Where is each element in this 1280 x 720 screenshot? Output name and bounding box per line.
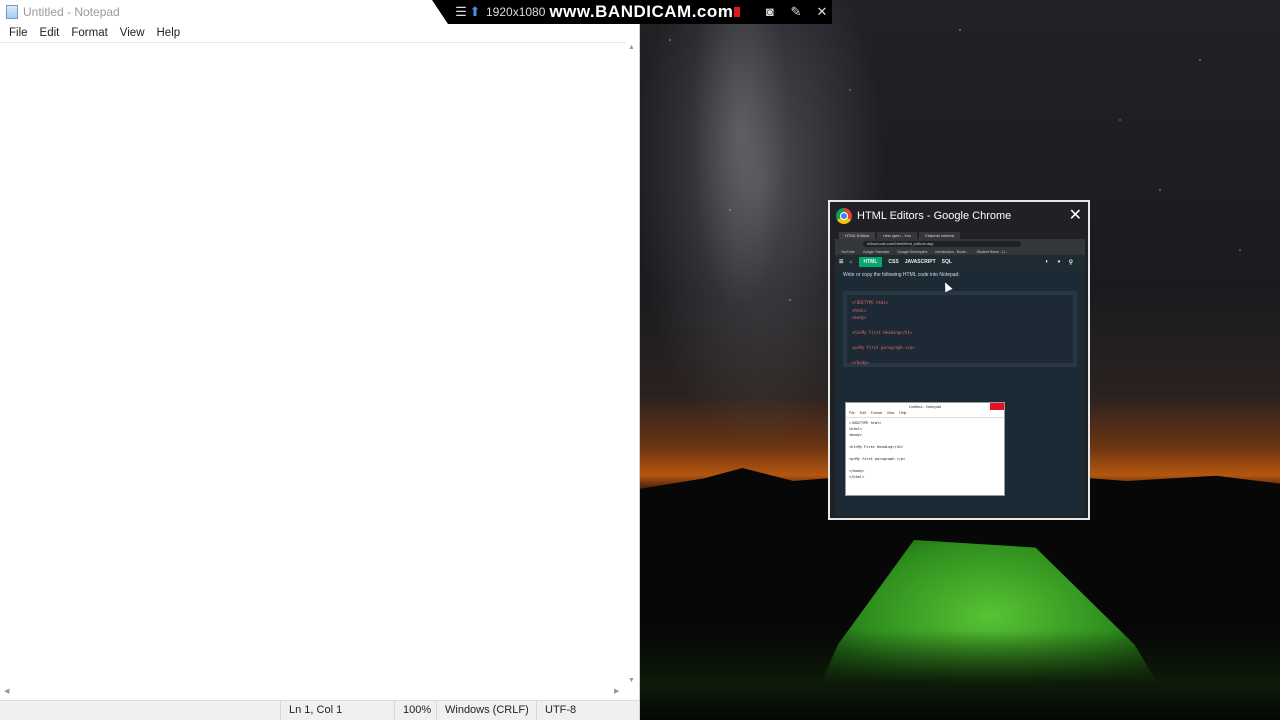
scroll-left-arrow-icon[interactable]: ◀ [4,687,9,695]
site-navbar: ☰ ⌂ HTML CSS JAVASCRIPT SQL ◐ ◕ ⚲ [835,255,1085,269]
menu-file[interactable]: File [4,27,33,39]
bookmark-item: Google Developers [897,249,928,254]
mini-menu-item: Edit [859,411,866,415]
code-line: <html> [852,307,867,313]
code-line: <p>My first paragraph.</p> [852,345,915,350]
example-notepad-image: Untitled - Notepad File Edit Format View… [845,402,1005,496]
vertical-scrollbar[interactable]: ▲ ▼ [625,42,639,686]
browser-tabs: HTML Editors new open - You Channel cont… [835,230,1085,239]
bandicam-watermark: www.BANDICAM.com [549,2,734,21]
bookmark-item: YouTube [841,249,855,254]
bookmarks-bar: YouTube Google Translate Google Develope… [835,248,1085,255]
status-position: Ln 1, Col 1 [280,701,392,720]
address-bar: w3schools.com/html/html_editors.asp [835,239,1085,248]
status-zoom: 100% [394,701,436,720]
status-encoding: UTF-8 [536,701,636,720]
status-bar: Ln 1, Col 1 100% Windows (CRLF) UTF-8 [0,700,639,720]
mini-notepad-title: Untitled - Notepad [846,403,1004,411]
nav-javascript: JAVASCRIPT [904,259,936,265]
camera-icon[interactable]: ◙ [760,4,780,20]
notepad-window: Untitled - Notepad File Edit Format View… [0,0,640,720]
capture-resolution: 1920x1080 [486,5,546,19]
mini-notepad-title-text: Untitled - Notepad [908,404,942,409]
code-line: </body> [852,360,869,365]
chrome-logo-icon [836,208,852,224]
browser-tab: new open - You [877,232,917,239]
code-line: <body> [852,315,867,320]
menu-bar: File Edit Format View Help [0,24,639,42]
mini-close-icon [990,403,1004,410]
mini-menu-item: Format [870,411,882,415]
pencil-icon[interactable]: ✎ [786,4,806,20]
hamburger-icon: ☰ [839,259,844,265]
preview-close-icon[interactable]: ✕ [1069,208,1082,224]
scroll-right-arrow-icon[interactable]: ▶ [614,687,619,695]
contrast-icon: ◐ [1045,258,1049,265]
horizontal-scrollbar[interactable]: ◀ ▶ [0,686,625,700]
menu-edit[interactable]: Edit [35,27,65,39]
code-line: <!DOCTYPE html> [852,300,889,305]
close-icon[interactable]: ✕ [812,4,832,20]
code-line: <h1>My First Heading</h1> [852,330,913,335]
window-title: Untitled - Notepad [23,5,120,19]
mini-menu-item: File [849,411,855,415]
menu-format[interactable]: Format [66,27,112,39]
notepad-icon [6,5,18,19]
browser-tab: HTML Editors [839,232,876,239]
status-line-ending: Windows (CRLF) [436,701,536,720]
instruction-text: Write or copy the following HTML code in… [843,272,960,278]
mini-menu-item: Help [899,411,907,415]
preview-screenshot: HTML Editors new open - You Channel cont… [835,230,1085,516]
home-icon: ⌂ [849,259,853,265]
chrome-thumbnail-preview[interactable]: HTML Editors - Google Chrome ✕ HTML Edit… [828,200,1090,520]
mini-notepad-body: <!DOCTYPE html> <html> <body> <h1>My Fir… [846,418,1004,482]
browser-tab: Channel content [918,232,961,239]
menu-view[interactable]: View [115,27,150,39]
menu-help[interactable]: Help [152,27,186,39]
bookmark-item: Google Translate [862,249,890,254]
bookmark-item: Student Home - Ll... [976,249,1008,254]
bookmark-item: Introduction - Boots... [935,249,969,254]
search-icon: ⚲ [1068,259,1073,266]
preview-header: HTML Editors - Google Chrome ✕ [830,202,1088,230]
record-indicator-icon [734,7,740,17]
nav-css: CSS [888,259,899,265]
mini-code-line: </html> [849,475,865,479]
wallpaper-grass [640,630,1280,720]
text-editor[interactable] [0,42,625,686]
nav-html: HTML [858,257,883,267]
scroll-up-arrow-icon[interactable]: ▲ [628,44,635,51]
mini-notepad-menu: File Edit Format View Help [846,411,1004,418]
scroll-down-arrow-icon[interactable]: ▼ [628,677,635,684]
address-url: w3schools.com/html/html_editors.asp [863,240,1021,247]
mini-menu-item: View [886,411,895,415]
preview-title: HTML Editors - Google Chrome [857,210,1012,222]
globe-icon: ◕ [1056,258,1061,265]
code-example: <!DOCTYPE html> <html> <body> <h1>My Fir… [843,291,1077,367]
nav-sql: SQL [941,259,952,265]
bandicam-toolbar: ☰ ⬆ 1920x1080 www.BANDICAM.com ◙ ✎ ✕ [432,0,832,24]
pin-icon[interactable]: ⬆ [468,4,482,20]
menu-icon[interactable]: ☰ [454,4,468,20]
